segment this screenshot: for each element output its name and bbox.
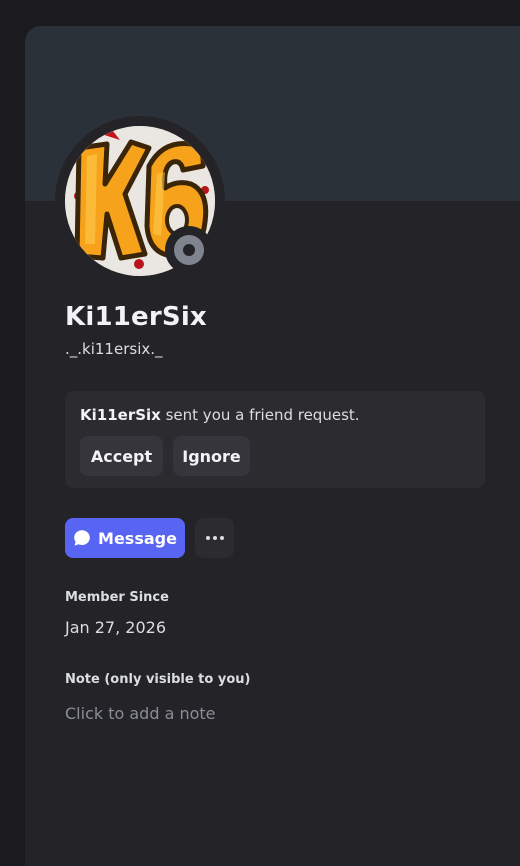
friend-request-banner: Ki11erSix sent you a friend request. Acc… <box>65 391 485 488</box>
chat-bubble-icon <box>74 530 90 546</box>
avatar-container <box>55 116 225 286</box>
offline-status-icon <box>174 235 204 265</box>
more-options-button[interactable] <box>195 518 234 558</box>
friend-request-text: Ki11erSix sent you a friend request. <box>80 406 360 424</box>
display-name: Ki11erSix <box>65 302 207 332</box>
more-horizontal-icon <box>205 536 224 540</box>
message-button-label: Message <box>98 528 177 548</box>
note-label: Note (only visible to you) <box>65 672 251 687</box>
status-indicator <box>165 226 213 274</box>
accept-button[interactable]: Accept <box>80 436 163 476</box>
member-since-date: Jan 27, 2026 <box>65 618 166 637</box>
message-button[interactable]: Message <box>65 518 185 558</box>
friend-request-sender: Ki11erSix <box>80 406 161 424</box>
user-profile-panel: Ki11erSix ._.ki11ersix._ Ki11erSix sent … <box>25 26 520 866</box>
member-since-label: Member Since <box>65 590 169 605</box>
ignore-button[interactable]: Ignore <box>173 436 250 476</box>
friend-request-message: sent you a friend request. <box>160 406 360 424</box>
note-input[interactable] <box>65 700 485 726</box>
username: ._.ki11ersix._ <box>65 340 163 358</box>
